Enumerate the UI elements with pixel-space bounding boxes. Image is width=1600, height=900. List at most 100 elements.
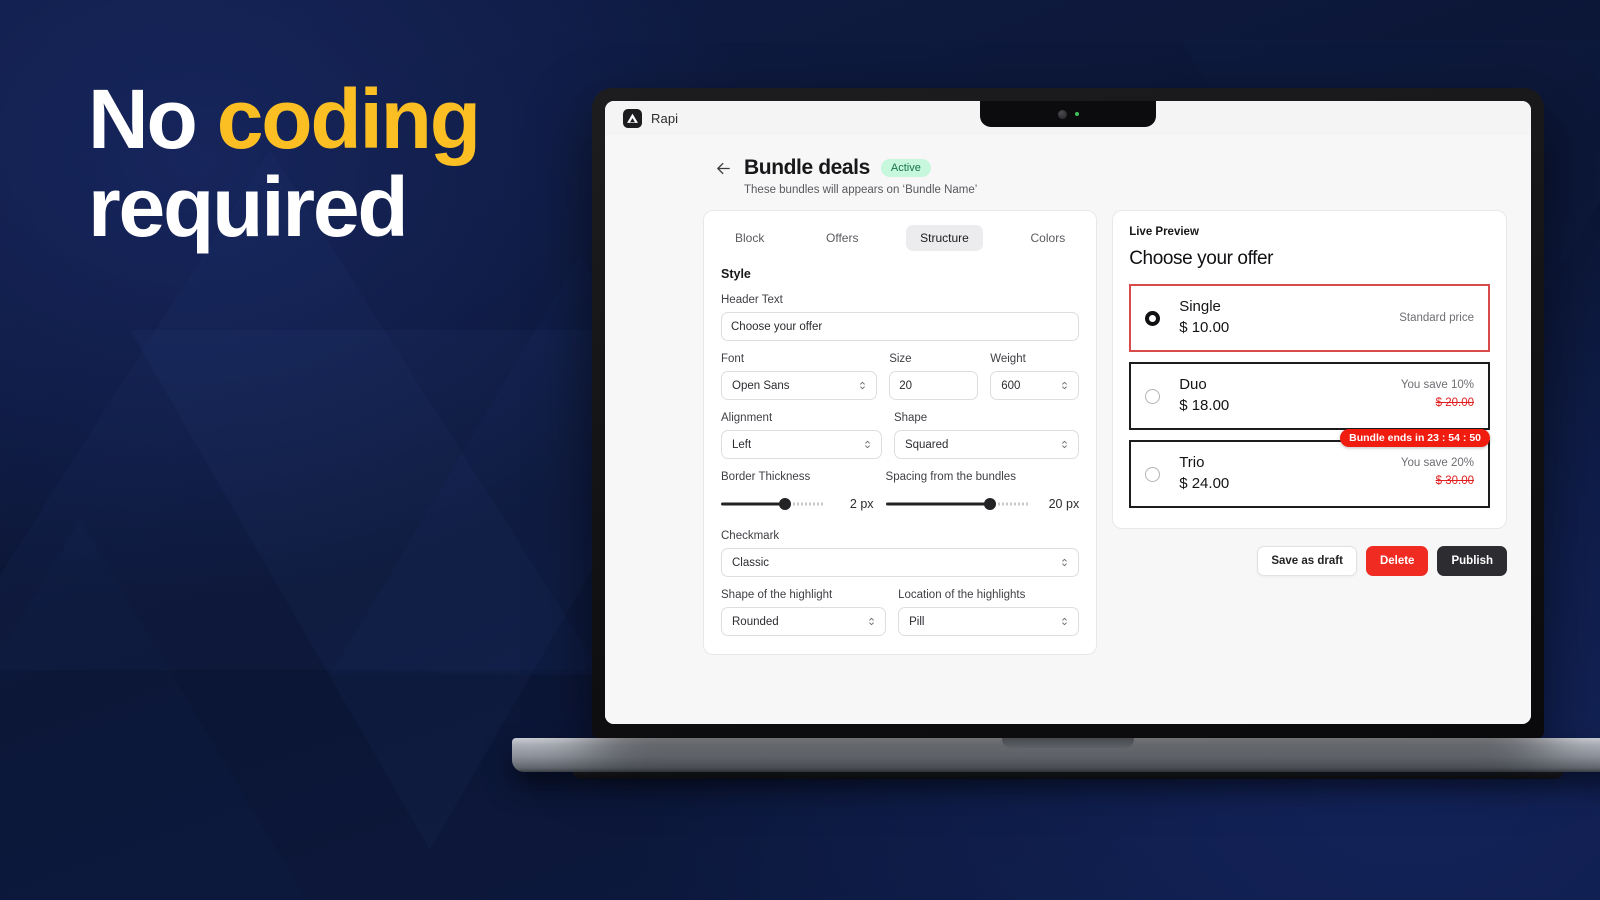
status-badge: Active xyxy=(880,159,931,177)
tab-offers[interactable]: Offers xyxy=(812,225,872,251)
chevron-updown-icon xyxy=(857,380,868,391)
alignment-select[interactable]: Left xyxy=(721,430,882,459)
header-text-label: Header Text xyxy=(721,294,783,306)
alignment-shape-row: Alignment Left Shape Squared xyxy=(721,412,1080,459)
offer-compare-price: $ 20.00 xyxy=(1435,397,1474,410)
size-field: Size 20 xyxy=(889,353,979,400)
page-header: Bundle deals Active These bundles will a… xyxy=(629,151,1507,210)
preview-column: Live Preview Choose your offer Single $ … xyxy=(1112,210,1507,576)
alignment-value: Left xyxy=(732,438,752,451)
title-row: Bundle deals Active xyxy=(744,156,977,180)
hero-line2: required xyxy=(88,160,409,255)
offer-meta: You save 20% $ 30.00 xyxy=(1401,455,1474,493)
size-label: Size xyxy=(889,353,912,365)
header-text-input[interactable]: Choose your offer xyxy=(721,312,1080,341)
font-select[interactable]: Open Sans xyxy=(721,371,878,400)
chevron-updown-icon xyxy=(1059,439,1070,450)
slider-filled xyxy=(721,502,786,505)
slider-knob[interactable] xyxy=(779,497,792,510)
radio-unselected-icon[interactable] xyxy=(1145,388,1161,404)
highlight-shape-value: Rounded xyxy=(732,615,779,628)
checkmark-select[interactable]: Classic xyxy=(721,548,1080,577)
size-input[interactable]: 20 xyxy=(889,371,979,400)
offer-meta: You save 10% $ 20.00 xyxy=(1401,377,1474,415)
webcam-icon xyxy=(1057,109,1067,119)
alignment-label: Alignment xyxy=(721,412,773,424)
live-preview-label: Live Preview xyxy=(1129,226,1199,238)
border-thickness-label: Border Thickness xyxy=(721,471,811,483)
offer-text: Single $ 10.00 xyxy=(1179,297,1399,339)
highlight-shape-label: Shape of the highlight xyxy=(721,589,833,601)
offer-meta: Standard price xyxy=(1399,310,1474,326)
laptop-bezel: Rapi Bundle deals Active These bundles w… xyxy=(592,88,1544,738)
sliders-row: Border Thickness 2 px Spacing from the b… xyxy=(721,471,1079,518)
spacing-label: Spacing from the bundles xyxy=(885,471,1016,483)
slider-knob[interactable] xyxy=(983,497,996,510)
page-title: Bundle deals xyxy=(744,156,870,179)
tab-structure[interactable]: Structure xyxy=(906,225,983,251)
offer-card-single[interactable]: Single $ 10.00 Standard price xyxy=(1129,284,1490,352)
live-preview-panel: Live Preview Choose your offer Single $ … xyxy=(1112,210,1507,529)
delete-button[interactable]: Delete xyxy=(1365,546,1429,576)
checkmark-field: Checkmark Classic xyxy=(721,530,1080,577)
shape-label: Shape xyxy=(893,412,928,424)
app-name: Rapi xyxy=(651,110,679,126)
tab-block[interactable]: Block xyxy=(721,225,778,251)
offer-compare-price: $ 30.00 xyxy=(1435,475,1474,488)
bg-triangle-4 xyxy=(0,520,360,900)
weight-value: 600 xyxy=(1001,379,1021,392)
highlight-location-label: Location of the highlights xyxy=(898,589,1026,601)
weight-field: Weight 600 xyxy=(990,353,1080,400)
camera-indicator-icon xyxy=(1074,112,1079,116)
tab-colors[interactable]: Colors xyxy=(1017,225,1080,251)
border-thickness-field: Border Thickness 2 px xyxy=(721,471,874,518)
weight-select[interactable]: 600 xyxy=(990,371,1080,400)
page-header-text: Bundle deals Active These bundles will a… xyxy=(744,156,977,196)
highlight-location-value: Pill xyxy=(909,615,925,628)
shape-field: Shape Squared xyxy=(893,412,1080,459)
border-thickness-slider[interactable]: 2 px xyxy=(721,489,874,518)
header-text-field: Header Text Choose your offer xyxy=(721,294,1080,341)
content-columns: Block Offers Structure Colors Style Head… xyxy=(629,210,1507,655)
hero-line1-accent: coding xyxy=(216,72,481,166)
settings-tabs: Block Offers Structure Colors xyxy=(721,225,1079,251)
highlight-location-select[interactable]: Pill xyxy=(898,607,1080,636)
chevron-updown-icon xyxy=(866,616,877,627)
offer-text: Trio $ 24.00 xyxy=(1179,453,1401,495)
offer-card-duo[interactable]: Duo $ 18.00 You save 10% $ 20.00 xyxy=(1129,362,1490,430)
bundle-timer-badge: Bundle ends in 23 : 54 : 50 xyxy=(1340,429,1490,447)
slider-filled xyxy=(885,502,990,505)
hero-headline: No coding required xyxy=(88,77,648,255)
slider-rest xyxy=(989,502,1031,505)
laptop-base xyxy=(512,738,1600,772)
back-button[interactable] xyxy=(715,160,732,177)
save-as-draft-button[interactable]: Save as draft xyxy=(1257,546,1357,576)
laptop-mockup: Rapi Bundle deals Active These bundles w… xyxy=(512,88,1600,779)
radio-selected-icon[interactable] xyxy=(1145,310,1161,326)
offer-name: Single xyxy=(1179,298,1221,315)
highlight-shape-select[interactable]: Rounded xyxy=(721,607,887,636)
font-row: Font Open Sans Size 20 Weight 600 xyxy=(721,353,1080,400)
spacing-field: Spacing from the bundles 20 px xyxy=(885,471,1079,518)
chevron-updown-icon xyxy=(862,439,873,450)
checkmark-row: Checkmark Classic xyxy=(721,530,1080,577)
offer-text: Duo $ 18.00 xyxy=(1179,375,1401,417)
chevron-updown-icon xyxy=(1059,380,1070,391)
offer-card-trio[interactable]: Bundle ends in 23 : 54 : 50 Trio $ 24.00… xyxy=(1129,429,1490,508)
preview-heading: Choose your offer xyxy=(1129,248,1274,269)
offer-note: You save 20% xyxy=(1400,457,1474,470)
offer-name: Duo xyxy=(1179,376,1207,393)
action-bar: Save as draft Delete Publish xyxy=(1112,546,1507,576)
slider-track[interactable] xyxy=(885,497,1031,510)
app-body: Bundle deals Active These bundles will a… xyxy=(605,135,1531,724)
radio-unselected-icon[interactable] xyxy=(1145,466,1161,482)
shape-select[interactable]: Squared xyxy=(893,430,1080,459)
slider-track[interactable] xyxy=(721,497,825,510)
hero-line1-plain: No xyxy=(88,72,217,166)
publish-button[interactable]: Publish xyxy=(1437,546,1507,576)
shape-value: Squared xyxy=(904,438,949,451)
offer-note: Standard price xyxy=(1399,311,1474,324)
spacing-slider[interactable]: 20 px xyxy=(885,489,1079,518)
checkmark-value: Classic xyxy=(732,556,770,569)
style-section-title: Style xyxy=(721,267,751,281)
